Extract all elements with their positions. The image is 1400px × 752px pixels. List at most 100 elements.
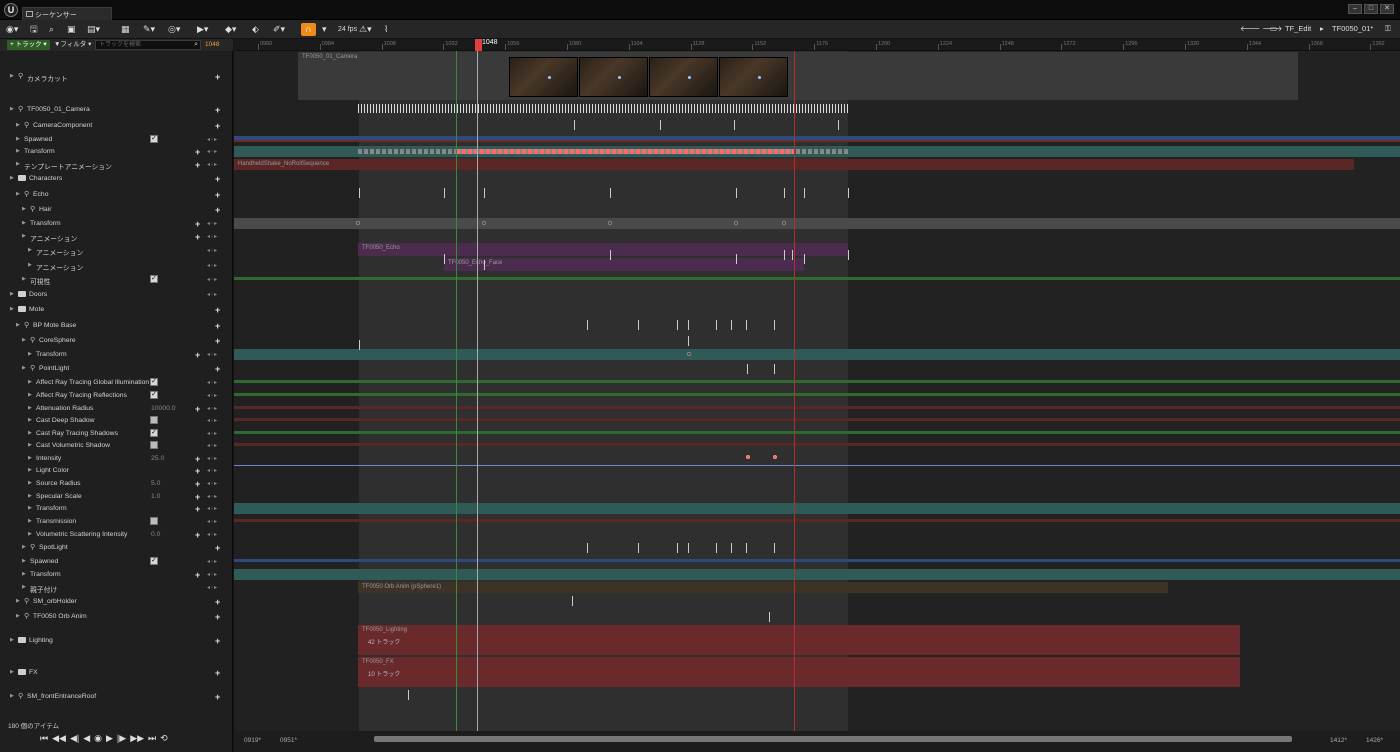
expand-arrow-icon[interactable]: ▶ <box>16 148 20 154</box>
track-row[interactable]: ▶ Intensity 25.0 + ◂◦▸ <box>0 454 230 464</box>
play-icon[interactable]: ▶ <box>106 733 113 744</box>
maximize-button[interactable]: □ <box>1364 4 1378 14</box>
add-key-plus-icon[interactable]: + <box>195 570 200 580</box>
magnet-icon[interactable]: ∩ <box>301 23 316 36</box>
warning-icon[interactable]: ⚠▾ <box>359 23 372 36</box>
camera-icon[interactable]: ▣ <box>67 23 76 36</box>
expand-arrow-icon[interactable]: ▶ <box>22 544 26 550</box>
add-track-button[interactable]: + トラック ▾ <box>7 40 50 50</box>
expand-arrow-icon[interactable]: ▶ <box>10 669 14 675</box>
add-key-plus-icon[interactable]: + <box>195 147 200 157</box>
go-end-icon[interactable]: ⏭ <box>148 733 156 744</box>
breadcrumb-tf-edit[interactable]: TF_Edit <box>1285 24 1311 33</box>
add-key-plus-icon[interactable]: + <box>195 219 200 229</box>
key-nav-icon[interactable]: ◂◦▸ <box>207 233 218 240</box>
key-nav-icon[interactable]: ◂◦▸ <box>207 392 218 399</box>
expand-arrow-icon[interactable]: ▶ <box>22 558 26 564</box>
property-value[interactable]: 0.0 <box>151 531 160 538</box>
track-checkbox[interactable]: ✓ <box>150 378 158 386</box>
key-nav-icon[interactable]: ◂◦▸ <box>207 405 218 412</box>
track-row[interactable]: ▶ Transform + ◂◦▸ <box>0 504 230 514</box>
next-frame-icon[interactable]: |▶ <box>117 733 126 744</box>
current-frame[interactable]: 1048 <box>205 40 219 50</box>
add-subtrack-icon[interactable]: + <box>215 121 220 131</box>
expand-arrow-icon[interactable]: ▶ <box>22 233 26 239</box>
track-row[interactable]: ▶ Transform + ◂◦▸ <box>0 350 230 360</box>
add-subtrack-icon[interactable]: + <box>215 205 220 215</box>
add-key-plus-icon[interactable]: + <box>195 160 200 170</box>
key-nav-icon[interactable]: ◂◦▸ <box>207 276 218 283</box>
fx-subsequence[interactable]: TF0050_FX 10 トラック <box>358 657 1240 687</box>
expand-arrow-icon[interactable]: ▶ <box>22 276 26 282</box>
expand-arrow-icon[interactable]: ▶ <box>16 161 20 167</box>
fps-dropdown[interactable]: 24 fps <box>338 23 357 36</box>
key-nav-icon[interactable]: ◂◦▸ <box>207 480 218 487</box>
track-search-input[interactable]: トラックを検索 ⌕ <box>95 40 201 50</box>
timeline-area[interactable]: TF0050_01_Camera HandheldShake_NoRollSequ… <box>234 39 1400 752</box>
prev-key-icon[interactable]: ◀◀ <box>52 733 66 744</box>
key-nav-icon[interactable]: ◂◦▸ <box>207 467 218 474</box>
expand-arrow-icon[interactable]: ▶ <box>28 247 32 253</box>
add-key-plus-icon[interactable]: + <box>195 466 200 476</box>
expand-arrow-icon[interactable]: ▶ <box>28 442 32 448</box>
key-nav-icon[interactable]: ◂◦▸ <box>207 220 218 227</box>
add-subtrack-icon[interactable]: + <box>215 336 220 346</box>
expand-arrow-icon[interactable]: ▶ <box>22 365 26 371</box>
world-icon[interactable]: ◉▾ <box>6 23 18 36</box>
render-icon[interactable]: ▦ <box>121 23 130 36</box>
expand-arrow-icon[interactable]: ▶ <box>10 106 14 112</box>
track-row[interactable]: ▶ Affect Ray Tracing Global Illumination ✓… <box>0 378 230 388</box>
key-nav-icon[interactable]: ◂◦▸ <box>207 291 218 298</box>
snap-dropdown[interactable]: ▾ <box>322 23 327 36</box>
track-row[interactable]: ▶ Spawned ✓ ◂◦▸ <box>0 557 230 567</box>
property-value[interactable]: 1.0 <box>151 493 160 500</box>
track-row[interactable]: ▶ Source Radius 5.0 + ◂◦▸ <box>0 479 230 489</box>
expand-arrow-icon[interactable]: ▶ <box>28 455 32 461</box>
record-icon[interactable]: ◉ <box>94 733 102 744</box>
expand-arrow-icon[interactable]: ▶ <box>10 175 14 181</box>
add-key-plus-icon[interactable]: + <box>195 492 200 502</box>
property-value[interactable]: 25.0 <box>151 455 164 462</box>
track-row[interactable]: ▶ Cast Deep Shadow ✓ ◂◦▸ <box>0 416 230 426</box>
track-row[interactable]: ▶ アニメーション ◂◦▸ <box>0 247 230 257</box>
expand-arrow-icon[interactable]: ▶ <box>16 322 20 328</box>
expand-arrow-icon[interactable]: ▶ <box>10 73 14 79</box>
key-nav-icon[interactable]: ◂◦▸ <box>207 531 218 538</box>
wrench-icon[interactable]: ✎▾ <box>143 23 155 36</box>
add-key-plus-icon[interactable]: + <box>195 404 200 414</box>
save-icon[interactable]: 🖫 <box>30 23 38 36</box>
track-row[interactable]: ▶ Transform + ◂◦▸ <box>0 219 230 229</box>
add-subtrack-icon[interactable]: + <box>215 105 220 115</box>
add-subtrack-icon[interactable]: + <box>215 668 220 678</box>
loop-icon[interactable]: ⟲ <box>160 733 168 744</box>
track-row[interactable]: ▶ ⚲ BP Mote Base + <box>0 321 230 331</box>
play-icon[interactable]: ▶▾ <box>197 23 208 36</box>
key-nav-icon[interactable]: ◂◦▸ <box>207 571 218 578</box>
time-ruler[interactable]: 0960 0984 1008 1032 1056 1080 1104 1128 1152 1176… <box>234 39 1400 51</box>
key-nav-icon[interactable]: ◂◦▸ <box>207 455 218 462</box>
expand-arrow-icon[interactable]: ▶ <box>28 392 32 398</box>
next-key-icon[interactable]: ▶▶ <box>130 733 144 744</box>
expand-arrow-icon[interactable]: ▶ <box>22 337 26 343</box>
expand-arrow-icon[interactable]: ▶ <box>28 379 32 385</box>
track-row[interactable]: ▶ ⚲ SpotLight + <box>0 543 230 553</box>
expand-arrow-icon[interactable]: ▶ <box>16 122 20 128</box>
expand-arrow-icon[interactable]: ▶ <box>10 291 14 297</box>
track-row[interactable]: ▶ Spawned ✓ ◂◦▸ <box>0 135 230 145</box>
add-subtrack-icon[interactable]: + <box>215 321 220 331</box>
camera-cut-section[interactable]: TF0050_01_Camera <box>298 52 1298 100</box>
expand-arrow-icon[interactable]: ▶ <box>10 306 14 312</box>
expand-arrow-icon[interactable]: ▶ <box>28 505 32 511</box>
expand-arrow-icon[interactable]: ▶ <box>28 262 32 268</box>
track-row[interactable]: ▶ Mote + <box>0 305 230 315</box>
expand-arrow-icon[interactable]: ▶ <box>10 637 14 643</box>
key-nav-icon[interactable]: ◂◦▸ <box>207 558 218 565</box>
track-row[interactable]: ▶ Attenuation Radius 10000.0 + ◂◦▸ <box>0 404 230 414</box>
orb-anim-section[interactable]: TF0050 Orb Anim (pSphere1) <box>358 582 1168 593</box>
playhead-handle[interactable] <box>475 39 482 51</box>
track-row[interactable]: ▶ Transmission ✓ ◂◦▸ <box>0 517 230 527</box>
property-value[interactable]: 10000.0 <box>151 405 176 412</box>
key-nav-icon[interactable]: ◂◦▸ <box>207 161 218 168</box>
key-nav-icon[interactable]: ◂◦▸ <box>207 379 218 386</box>
track-row[interactable]: ▶ 親子付け ◂◦▸ <box>0 584 230 594</box>
